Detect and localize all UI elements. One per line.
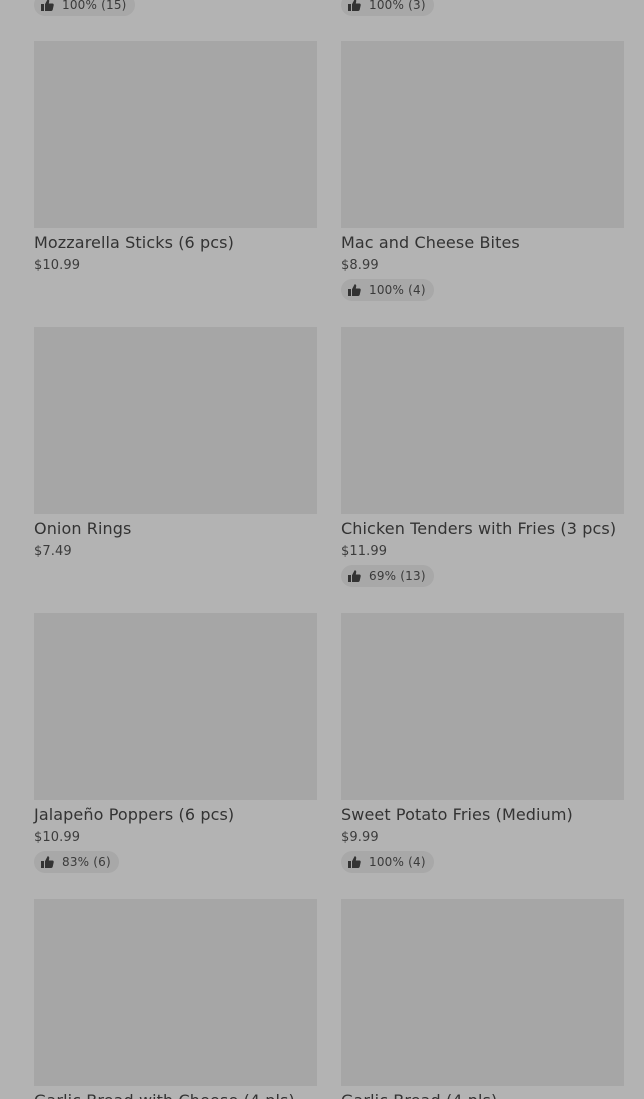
item-price: $8.99 bbox=[341, 258, 379, 273]
rating-badge: 83% (6) bbox=[34, 851, 119, 873]
rating-badge: 100% (3) bbox=[341, 0, 434, 16]
item-title: Mozzarella Sticks (6 pcs) bbox=[34, 233, 234, 252]
item-title: Jalapeño Poppers (6 pcs) bbox=[34, 805, 235, 824]
rating-text: 69% (13) bbox=[369, 569, 426, 583]
menu-item-card[interactable]: Mac and Cheese Bites $8.99 100% (4) bbox=[341, 41, 624, 301]
menu-item-card[interactable]: Mozzarella Sticks (6 pcs) $10.99 bbox=[34, 41, 317, 273]
rating-text: 100% (3) bbox=[369, 0, 426, 12]
menu-item-card[interactable]: Onion Rings $7.49 bbox=[34, 327, 317, 559]
item-price: $11.99 bbox=[341, 544, 388, 559]
thumbs-up-icon bbox=[41, 856, 54, 868]
rating-badge: 100% (15) bbox=[34, 0, 135, 16]
item-title: Onion Rings bbox=[34, 519, 132, 538]
thumbs-up-icon bbox=[348, 0, 361, 11]
menu-item-card[interactable]: Chicken Tenders with Fries (3 pcs) $11.9… bbox=[341, 327, 624, 587]
item-image[interactable] bbox=[341, 899, 624, 1086]
item-image[interactable] bbox=[34, 327, 317, 514]
rating-text: 100% (4) bbox=[369, 283, 426, 297]
item-image[interactable] bbox=[341, 613, 624, 800]
item-price: $7.49 bbox=[34, 544, 72, 559]
item-title: Garlic Bread with Cheese (4 pls) bbox=[34, 1091, 295, 1099]
menu-item-card[interactable]: Sweet Potato Fries (Medium) $9.99 100% (… bbox=[341, 613, 624, 873]
item-image[interactable] bbox=[34, 41, 317, 228]
rating-badge: 100% (4) bbox=[341, 279, 434, 301]
item-price: $9.99 bbox=[341, 830, 379, 845]
menu-item-card[interactable]: Garlic Bread with Cheese (4 pls) bbox=[34, 899, 317, 1099]
rating-badge: 100% (4) bbox=[341, 851, 434, 873]
item-image[interactable] bbox=[341, 327, 624, 514]
item-title: Mac and Cheese Bites bbox=[341, 233, 520, 252]
menu-item-card[interactable]: Garlic Bread (4 pls) bbox=[341, 899, 624, 1099]
item-price: $10.99 bbox=[34, 258, 81, 273]
rating-text: 83% (6) bbox=[62, 855, 111, 869]
item-price: $10.99 bbox=[34, 830, 81, 845]
thumbs-up-icon bbox=[348, 284, 361, 296]
rating-text: 100% (4) bbox=[369, 855, 426, 869]
item-title: Garlic Bread (4 pls) bbox=[341, 1091, 497, 1099]
rating-text: 100% (15) bbox=[62, 0, 127, 12]
thumbs-up-icon bbox=[348, 856, 361, 868]
item-image[interactable] bbox=[34, 899, 317, 1086]
thumbs-up-icon bbox=[348, 570, 361, 582]
menu-items-page: 100% (15) 100% (3) Mozzarella Sticks (6 … bbox=[0, 0, 644, 1099]
item-title: Sweet Potato Fries (Medium) bbox=[341, 805, 573, 824]
menu-item-card[interactable]: Jalapeño Poppers (6 pcs) $10.99 83% (6) bbox=[34, 613, 317, 873]
rating-badge: 69% (13) bbox=[341, 565, 434, 587]
item-image[interactable] bbox=[341, 41, 624, 228]
item-image[interactable] bbox=[34, 613, 317, 800]
thumbs-up-icon bbox=[41, 0, 54, 11]
item-title: Chicken Tenders with Fries (3 pcs) bbox=[341, 519, 617, 538]
